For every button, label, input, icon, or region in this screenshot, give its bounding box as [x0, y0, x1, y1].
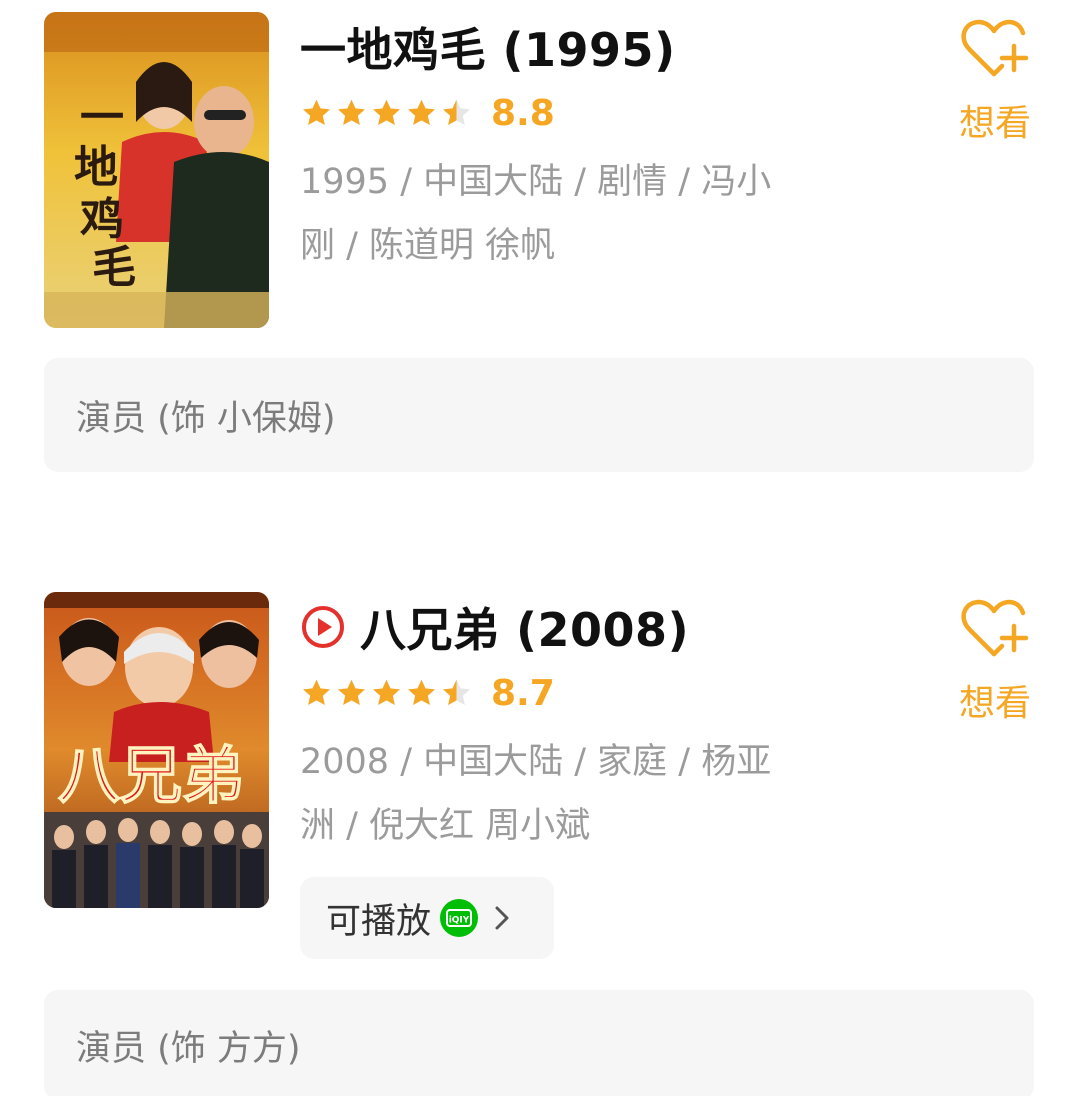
playable-label: 可播放: [326, 901, 432, 942]
movie-info: 八兄弟 (2008) 8.7 2008 / 中国大陆 / 家庭 / 杨亚 洲 /…: [300, 592, 920, 858]
svg-text:毛: 毛: [92, 242, 136, 293]
heart-plus-icon: [961, 599, 1029, 657]
star-icon: [373, 679, 400, 705]
rating: 8.8: [300, 82, 920, 144]
star-icon: [373, 99, 400, 125]
star-rating: [300, 97, 475, 130]
half-star-icon: [443, 99, 470, 125]
movie-meta: 2008 / 中国大陆 / 家庭 / 杨亚 洲 / 倪大红 周小斌: [300, 730, 820, 858]
svg-text:一: 一: [80, 92, 124, 143]
role-text: 演员 (饰 方方): [76, 1028, 301, 1069]
meta-line: 洲 / 倪大红 周小斌: [300, 806, 591, 846]
movie-info: 一地鸡毛 (1995) 8.8 1995 / 中国大陆 / 剧情 / 冯小 刚 …: [300, 12, 920, 278]
rating: 8.7: [300, 662, 920, 724]
playable-button[interactable]: 可播放 iQIY: [300, 877, 554, 959]
play-circle-icon: [302, 606, 344, 648]
rating-score: 8.8: [491, 92, 555, 134]
star-icon: [303, 679, 330, 705]
want-to-watch-button[interactable]: 想看: [950, 18, 1040, 146]
star-icon: [338, 679, 365, 705]
star-icon: [408, 99, 435, 125]
movie-poster[interactable]: 一 地 鸡 毛: [44, 12, 269, 328]
meta-line: 2008 / 中国大陆 / 家庭 / 杨亚: [300, 742, 772, 782]
want-to-watch-label: 想看: [958, 103, 1031, 144]
star-rating: [300, 677, 475, 710]
movie-poster[interactable]: 八兄弟: [44, 592, 269, 908]
movie-item[interactable]: 一 地 鸡 毛 一地鸡毛 (1995) 8.8 1995 / 中国大陆 / 剧情…: [0, 0, 1078, 480]
movie-meta: 1995 / 中国大陆 / 剧情 / 冯小 刚 / 陈道明 徐帆: [300, 150, 820, 278]
svg-text:地: 地: [74, 142, 118, 193]
star-icon: [408, 679, 435, 705]
half-star-icon: [443, 679, 470, 705]
meta-line: 1995 / 中国大陆 / 剧情 / 冯小: [300, 162, 772, 202]
want-to-watch-button[interactable]: 想看: [950, 598, 1040, 726]
svg-text:鸡: 鸡: [80, 194, 124, 245]
movie-list: 一 地 鸡 毛 一地鸡毛 (1995) 8.8 1995 / 中国大陆 / 剧情…: [0, 0, 1078, 1096]
movie-title[interactable]: 一地鸡毛 (1995): [300, 14, 676, 80]
svg-text:iQIY: iQIY: [449, 916, 470, 926]
role-info: 演员 (饰 小保姆): [44, 358, 1034, 472]
want-to-watch-label: 想看: [958, 683, 1031, 724]
movie-item[interactable]: 八兄弟 八兄弟 (2008) 8.7 2008 / 中国大陆 / 家庭 / 杨亚…: [0, 580, 1078, 1096]
meta-line: 刚 / 陈道明 徐帆: [300, 226, 556, 266]
role-text: 演员 (饰 小保姆): [76, 398, 336, 439]
rating-score: 8.7: [491, 672, 555, 714]
svg-text:八兄弟: 八兄弟: [58, 739, 244, 812]
star-icon: [303, 99, 330, 125]
movie-title[interactable]: 八兄弟 (2008): [360, 594, 689, 660]
role-info: 演员 (饰 方方): [44, 990, 1034, 1096]
heart-plus-icon: [961, 19, 1029, 77]
chevron-right-icon: [495, 906, 509, 930]
iqiyi-icon: iQIY: [440, 899, 479, 937]
star-icon: [338, 99, 365, 125]
